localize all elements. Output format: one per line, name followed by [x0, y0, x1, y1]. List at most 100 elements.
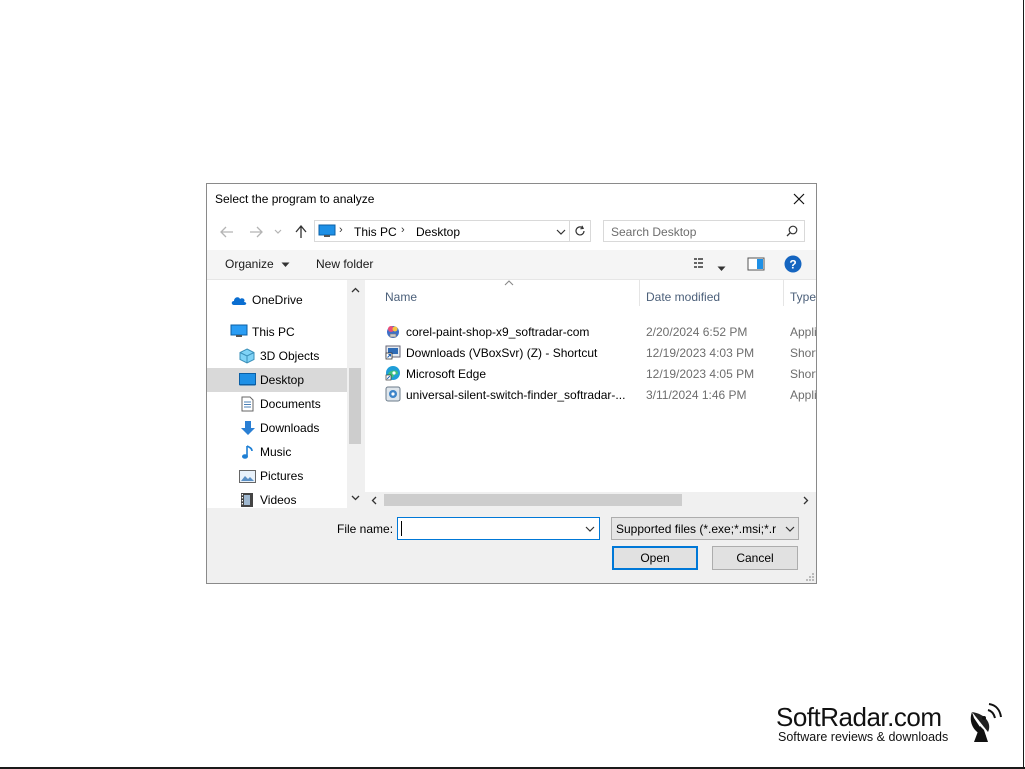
help-icon: ? — [784, 255, 802, 273]
sidebar-item-label: Videos — [260, 493, 297, 507]
chevron-left-icon — [371, 496, 377, 504]
sidebar-item-onedrive[interactable]: OneDrive — [207, 288, 347, 312]
file-row[interactable]: Microsoft Edge 12/19/2023 4:05 PM Short — [381, 363, 816, 384]
up-button[interactable] — [291, 222, 311, 242]
preview-pane-button[interactable] — [747, 257, 765, 274]
page-right-border — [1023, 0, 1024, 769]
file-date: 3/11/2024 1:46 PM — [646, 388, 747, 402]
back-button[interactable] — [217, 222, 237, 242]
shortcut-icon — [385, 345, 401, 360]
dialog-titlebar: Select the program to analyze — [207, 184, 816, 214]
refresh-button[interactable] — [569, 221, 590, 241]
file-date: 12/19/2023 4:05 PM — [646, 367, 755, 381]
cancel-button[interactable]: Cancel — [712, 546, 798, 570]
sidebar-item-label: Pictures — [260, 469, 304, 483]
file-type: Short — [790, 367, 816, 381]
app-icon — [385, 386, 401, 402]
text-caret — [401, 521, 402, 536]
file-type-filter-value: Supported files (*.exe;*.msi;*.re — [616, 522, 776, 536]
arrow-up-icon — [295, 225, 307, 238]
file-type: Appli — [790, 388, 816, 402]
view-options-dropdown[interactable] — [717, 261, 726, 275]
sidebar-item-pictures[interactable]: Pictures — [207, 464, 347, 488]
file-name-input[interactable] — [397, 517, 600, 540]
sidebar-item-label: OneDrive — [252, 293, 303, 307]
sidebar-item-label: 3D Objects — [260, 349, 320, 363]
scrollbar-thumb[interactable] — [384, 494, 682, 506]
watermark-title: SoftRadar.com — [776, 702, 942, 732]
scroll-up-button[interactable] — [349, 284, 361, 296]
file-date: 2/20/2024 6:52 PM — [646, 325, 748, 339]
scroll-down-button[interactable] — [349, 492, 361, 504]
navigation-pane: OneDrive This PC 3D Objects Desktop Docu… — [207, 280, 363, 508]
scroll-right-button[interactable] — [800, 494, 812, 506]
organize-label: Organize — [225, 257, 274, 271]
forward-button[interactable] — [246, 222, 266, 242]
chevron-right-icon: › — [401, 224, 405, 236]
sidebar-item-label: Desktop — [260, 373, 305, 387]
new-folder-button[interactable]: New folder — [316, 257, 373, 271]
help-button[interactable]: ? — [784, 255, 802, 276]
chevron-down-icon — [785, 526, 795, 532]
breadcrumb-this-pc[interactable]: This PC — [354, 225, 397, 239]
search-icon — [786, 225, 798, 237]
file-name: corel-paint-shop-x9_softradar-com — [406, 325, 590, 339]
file-name-label: File name: — [337, 522, 394, 536]
chevron-down-icon — [585, 526, 595, 532]
resize-grip-icon[interactable] — [805, 572, 815, 582]
search-box[interactable]: Search Desktop — [603, 220, 805, 242]
sidebar-item-desktop[interactable]: Desktop — [207, 368, 347, 392]
sidebar-item-documents[interactable]: Documents — [207, 392, 347, 416]
file-open-dialog: Select the program to analyze › This PC … — [206, 183, 817, 584]
chevron-down-icon — [274, 229, 282, 234]
search-input[interactable]: Search Desktop — [611, 225, 696, 239]
breadcrumb-desktop[interactable]: Desktop — [416, 225, 460, 239]
file-name: universal-silent-switch-finder_softradar… — [406, 388, 626, 402]
file-type-filter-select[interactable]: Supported files (*.exe;*.msi;*.re — [611, 517, 799, 540]
sidebar-item-3d-objects[interactable]: 3D Objects — [207, 344, 347, 368]
organize-button[interactable]: Organize — [225, 257, 290, 271]
file-name-area: File name: Supported files (*.exe;*.msi;… — [207, 508, 816, 583]
column-header-name[interactable]: Name — [381, 280, 639, 306]
sidebar-item-label: Documents — [260, 397, 321, 411]
nav-pane-scrollbar[interactable] — [347, 280, 363, 508]
watermark-subtitle: Software reviews & downloads — [778, 730, 949, 744]
file-name-dropdown[interactable] — [583, 521, 597, 536]
refresh-icon — [575, 225, 585, 236]
sidebar-item-label: Downloads — [260, 421, 320, 435]
change-view-button[interactable] — [693, 256, 711, 273]
chevron-up-icon — [351, 287, 359, 293]
arrow-left-icon — [220, 226, 233, 238]
chevron-down-icon — [281, 262, 290, 267]
horizontal-scrollbar[interactable] — [365, 492, 816, 508]
document-icon — [241, 396, 254, 412]
close-icon — [793, 193, 805, 205]
sidebar-item-this-pc[interactable]: This PC — [207, 320, 347, 344]
file-row[interactable]: corel-paint-shop-x9_softradar-com 2/20/2… — [381, 321, 816, 342]
file-row[interactable]: universal-silent-switch-finder_softradar… — [381, 384, 816, 405]
sidebar-item-music[interactable]: Music — [207, 440, 347, 464]
chevron-right-icon: › — [339, 224, 343, 236]
scroll-left-button[interactable] — [368, 494, 380, 506]
recent-locations-button[interactable] — [271, 222, 285, 242]
file-type: Appli — [790, 325, 816, 339]
edge-icon — [385, 366, 400, 381]
film-icon — [241, 493, 253, 507]
sidebar-item-videos[interactable]: Videos — [207, 488, 347, 508]
file-row[interactable]: Downloads (VBoxSvr) (Z) - Shortcut 12/19… — [381, 342, 816, 363]
address-history-dropdown[interactable] — [552, 223, 570, 240]
close-button[interactable] — [782, 184, 816, 214]
column-header-date-modified[interactable]: Date modified — [640, 280, 783, 306]
column-header-type[interactable]: Type — [784, 280, 816, 306]
sidebar-item-downloads[interactable]: Downloads — [207, 416, 347, 440]
file-type: Short — [790, 346, 816, 360]
file-list: Name Date modified Type corel-paint-shop… — [365, 280, 816, 508]
scrollbar-thumb[interactable] — [349, 368, 361, 444]
softradar-watermark: SoftRadar.com Software reviews & downloa… — [776, 702, 1008, 746]
open-button[interactable]: Open — [612, 546, 698, 570]
address-bar[interactable]: › This PC › Desktop — [314, 220, 591, 242]
computer-icon — [230, 324, 248, 337]
navigation-bar: › This PC › Desktop Search Desktop — [207, 214, 816, 250]
details-view-icon — [694, 258, 703, 268]
chevron-down-icon — [351, 495, 359, 501]
